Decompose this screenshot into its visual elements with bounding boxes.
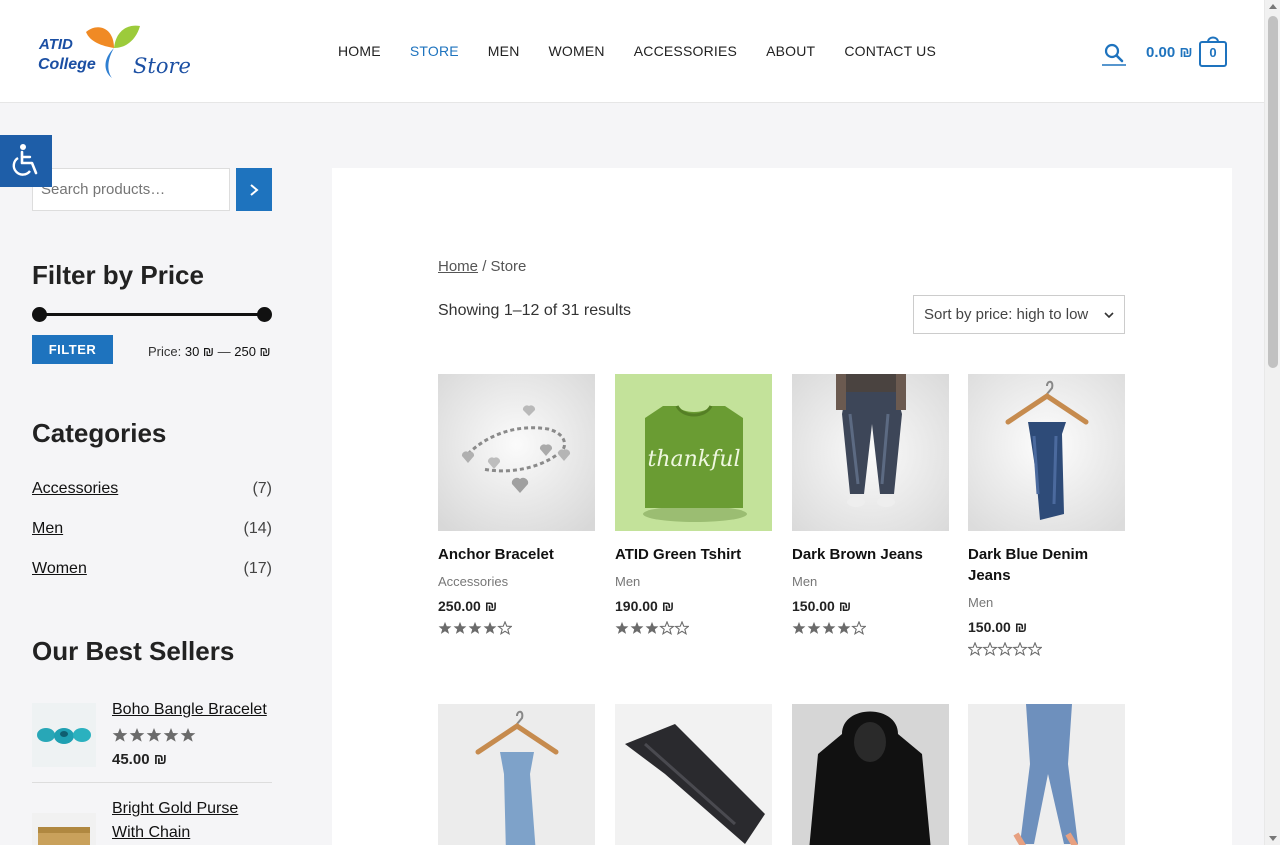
- search-submit-button[interactable]: [236, 168, 272, 211]
- product-category: Men: [615, 574, 641, 589]
- best-seller-name[interactable]: Boho Bangle Bracelet: [112, 698, 272, 722]
- price-min: 30 ₪: [184, 344, 214, 359]
- category-count: (7): [252, 480, 272, 497]
- price-slider-max-handle[interactable]: [257, 307, 272, 322]
- breadcrumb-current: Store: [490, 258, 527, 275]
- price-slider-min-handle[interactable]: [32, 307, 47, 322]
- nav-store[interactable]: STORE: [410, 43, 459, 59]
- chevron-down-icon: [1104, 311, 1114, 318]
- price-label: Price:: [148, 344, 182, 359]
- nav-men[interactable]: MEN: [488, 43, 520, 59]
- scroll-up-arrow-icon[interactable]: [1269, 4, 1277, 9]
- nav-about[interactable]: ABOUT: [766, 43, 815, 59]
- breadcrumb-separator: /: [482, 258, 487, 275]
- filter-button[interactable]: FILTER: [32, 335, 113, 364]
- price-slider[interactable]: [32, 307, 272, 322]
- price-max: 250 ₪: [234, 344, 271, 359]
- best-seller-thumbnail[interactable]: [32, 703, 96, 767]
- divider: [32, 782, 272, 783]
- product-title[interactable]: Anchor Bracelet: [438, 544, 598, 565]
- page-scrollbar[interactable]: [1264, 0, 1280, 845]
- result-count: Showing 1–12 of 31 results: [438, 302, 632, 319]
- category-link-women[interactable]: Women: [32, 560, 87, 577]
- best-seller-thumbnail[interactable]: [32, 813, 96, 845]
- sort-select-value: Sort by price: high to low: [924, 306, 1089, 323]
- breadcrumb: Home / Store: [438, 258, 526, 275]
- best-sellers-title: Our Best Sellers: [32, 636, 235, 666]
- category-link-accessories[interactable]: Accessories: [32, 480, 118, 497]
- scroll-down-arrow-icon[interactable]: [1269, 836, 1277, 841]
- site-header: ATID College Store HOME STORE MEN WOMEN …: [0, 0, 1264, 103]
- product-title[interactable]: Dark Brown Jeans: [792, 544, 952, 565]
- best-seller-price: 45.00 ₪: [112, 751, 167, 768]
- product-image-dark-blue-denim-jeans[interactable]: [968, 374, 1125, 531]
- product-image[interactable]: [968, 704, 1125, 845]
- product-title[interactable]: ATID Green Tshirt: [615, 544, 775, 565]
- search-products-input[interactable]: [32, 168, 230, 211]
- product-category: Men: [792, 574, 818, 589]
- product-price: 250.00 ₪: [438, 598, 498, 614]
- category-item: Men (14): [32, 520, 272, 538]
- product-image-dark-brown-jeans[interactable]: [792, 374, 949, 531]
- product-category: Accessories: [438, 574, 509, 589]
- product-image[interactable]: [438, 704, 595, 845]
- category-item: Accessories (7): [32, 480, 272, 498]
- product-price: 150.00 ₪: [968, 619, 1028, 635]
- tshirt-print: thankful: [648, 447, 741, 472]
- filter-by-price-title: Filter by Price: [32, 260, 204, 290]
- main-navigation: HOME STORE MEN WOMEN ACCESSORIES ABOUT C…: [338, 43, 965, 59]
- logo-text-college: College: [38, 56, 96, 73]
- wheelchair-icon: [12, 144, 38, 176]
- product-rating: [438, 620, 513, 637]
- cart-total[interactable]: 0.00 ₪: [1146, 44, 1193, 61]
- search-icon[interactable]: [1102, 42, 1126, 66]
- product-rating: [615, 620, 690, 637]
- cart-count-badge[interactable]: 0: [1200, 45, 1226, 60]
- product-price: 190.00 ₪: [615, 598, 675, 614]
- category-count: (17): [243, 560, 272, 577]
- category-item: Women (17): [32, 560, 272, 578]
- breadcrumb-home[interactable]: Home: [438, 258, 478, 275]
- category-count: (14): [243, 520, 272, 537]
- nav-accessories[interactable]: ACCESSORIES: [634, 43, 737, 59]
- product-title[interactable]: Dark Blue Denim Jeans: [968, 544, 1125, 586]
- category-link-men[interactable]: Men: [32, 520, 63, 537]
- product-price: 150.00 ₪: [792, 598, 852, 614]
- sort-select[interactable]: Sort by price: high to low: [913, 295, 1125, 334]
- site-logo[interactable]: ATID College Store: [36, 22, 196, 82]
- product-image-atid-green-tshirt[interactable]: thankful: [615, 374, 772, 531]
- product-image[interactable]: [792, 704, 949, 845]
- nav-contact-us[interactable]: CONTACT US: [844, 43, 936, 59]
- product-rating: [967, 641, 1043, 658]
- best-seller-name[interactable]: Bright Gold Purse With Chain: [112, 797, 272, 845]
- nav-home[interactable]: HOME: [338, 43, 381, 59]
- price-dash: —: [217, 344, 231, 359]
- logo-text-store: Store: [133, 54, 191, 78]
- best-seller-rating: [112, 727, 196, 743]
- product-image-anchor-bracelet[interactable]: [438, 374, 595, 531]
- logo-text-atid: ATID: [39, 36, 73, 53]
- price-range-label: Price: 30 ₪ — 250 ₪: [148, 344, 271, 359]
- product-category: Men: [968, 595, 994, 610]
- accessibility-button[interactable]: [0, 135, 52, 187]
- product-rating: [792, 620, 867, 637]
- chevron-right-icon: [250, 183, 259, 196]
- nav-women[interactable]: WOMEN: [549, 43, 605, 59]
- categories-title: Categories: [32, 418, 167, 448]
- product-image[interactable]: [615, 704, 772, 845]
- scrollbar-thumb[interactable]: [1268, 16, 1278, 368]
